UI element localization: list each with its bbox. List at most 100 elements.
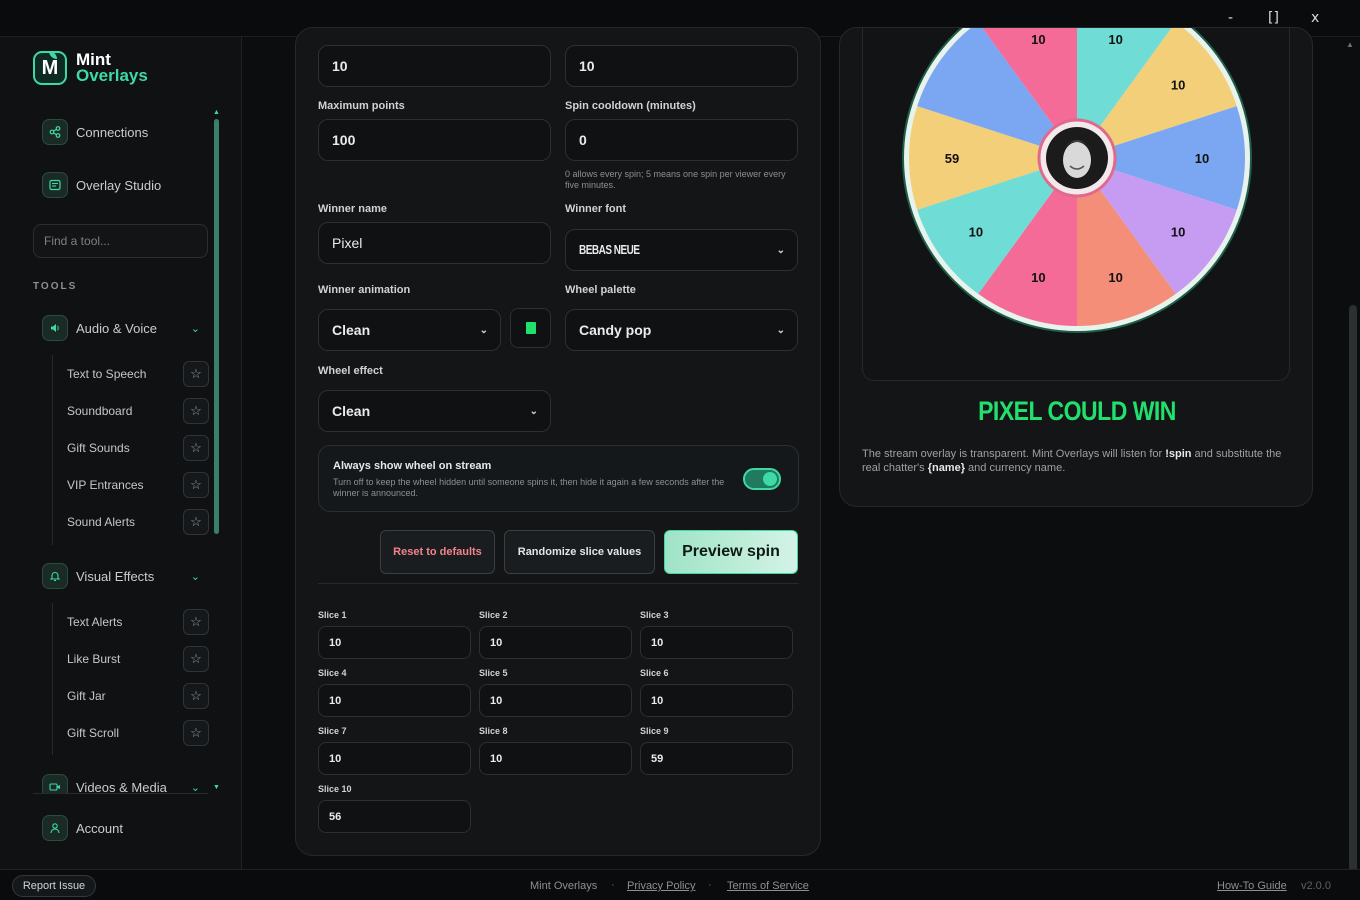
footer-separator: · xyxy=(708,879,712,891)
wheel-slice-label: 10 xyxy=(969,224,983,239)
layout-icon xyxy=(42,172,68,198)
wheel-slice-label: 10 xyxy=(1108,270,1122,285)
animation-color-picker[interactable] xyxy=(510,308,551,348)
slice-input[interactable]: 10 xyxy=(318,742,471,775)
star-icon[interactable]: ☆ xyxy=(183,509,209,535)
tool-label: Text Alerts xyxy=(67,615,123,629)
visual-tools-list: Text Alerts ☆ Like Burst ☆ Gift Jar ☆ Gi… xyxy=(52,603,209,755)
version-label: v2.0.0 xyxy=(1301,880,1331,892)
group-audio-voice[interactable]: Audio & Voice ⌄ xyxy=(33,313,208,343)
group-videos-media[interactable]: Videos & Media ⌄ xyxy=(33,772,208,793)
always-show-wheel-setting: Always show wheel on stream Turn off to … xyxy=(318,445,799,512)
wheel-slice-label: 10 xyxy=(1171,224,1185,239)
always-show-wheel-toggle[interactable] xyxy=(743,468,781,490)
slice-label: Slice 10 xyxy=(318,784,352,794)
sidebar-scrollbar[interactable] xyxy=(214,119,219,534)
wheel-effect-select[interactable]: Clean ⌄ xyxy=(318,390,551,432)
winner-name-input[interactable]: Pixel xyxy=(318,222,551,264)
footer: Report Issue Mint Overlays · Privacy Pol… xyxy=(0,869,1360,900)
star-icon[interactable]: ☆ xyxy=(183,609,209,635)
divider xyxy=(33,793,208,794)
wheel-preview-frame: 59 10 10 10 10 10 10 10 10 xyxy=(862,28,1290,381)
slice-label: Slice 9 xyxy=(640,726,669,736)
videos-clip: Videos & Media ⌄ xyxy=(33,772,208,793)
tools-section-title: TOOLS xyxy=(33,281,78,292)
chevron-down-icon: ⌄ xyxy=(776,324,785,336)
wheel-effect-value: Clean xyxy=(332,403,371,419)
spin-wheel: 59 10 10 10 10 10 10 10 10 xyxy=(902,28,1252,333)
top-left-input[interactable]: 10 xyxy=(318,45,551,87)
page-scrollbar[interactable] xyxy=(1349,305,1357,885)
star-icon[interactable]: ☆ xyxy=(183,398,209,424)
user-icon xyxy=(42,815,68,841)
slice-label: Slice 2 xyxy=(479,610,508,620)
winner-preview-text: PIXEL COULD WIN xyxy=(978,395,1176,426)
slice-input[interactable]: 10 xyxy=(479,684,632,717)
toggle-description: Turn off to keep the wheel hidden until … xyxy=(333,477,725,498)
slice-label: Slice 3 xyxy=(640,610,669,620)
star-icon[interactable]: ☆ xyxy=(183,720,209,746)
nav-overlay-studio[interactable]: Overlay Studio xyxy=(33,165,208,205)
note-text: and currency name. xyxy=(964,462,1066,474)
terms-of-service-link[interactable]: Terms of Service xyxy=(727,880,809,892)
group-visual-effects[interactable]: Visual Effects ⌄ xyxy=(33,561,208,591)
star-icon[interactable]: ☆ xyxy=(183,435,209,461)
slice-label: Slice 6 xyxy=(640,668,669,678)
wheel-settings-card: 10 10 Maximum points 100 Spin cooldown (… xyxy=(295,27,821,856)
chevron-down-icon: ⌄ xyxy=(190,781,200,794)
toggle-title: Always show wheel on stream xyxy=(333,460,492,472)
tool-search-input[interactable] xyxy=(33,224,208,258)
nav-account[interactable]: Account xyxy=(33,808,208,848)
wheel-slice-label: 10 xyxy=(1031,32,1045,47)
tool-label: Like Burst xyxy=(67,652,121,666)
how-to-guide-link[interactable]: How-To Guide xyxy=(1217,880,1287,892)
max-points-input[interactable]: 100 xyxy=(318,119,551,161)
slice-input[interactable]: 56 xyxy=(318,800,471,833)
scroll-up-icon[interactable]: ▲ xyxy=(1346,40,1354,49)
slice-input[interactable]: 10 xyxy=(640,626,793,659)
share-icon xyxy=(42,119,68,145)
reset-defaults-button[interactable]: Reset to defaults xyxy=(380,530,495,574)
color-swatch xyxy=(525,322,536,334)
slice-label: Slice 8 xyxy=(479,726,508,736)
sidebar: M Mint Overlays Connections Overlay Stud… xyxy=(0,37,242,869)
nav-connections[interactable]: Connections xyxy=(33,112,208,152)
group-audio-voice-label: Audio & Voice xyxy=(76,320,157,336)
slice-input[interactable]: 10 xyxy=(479,742,632,775)
wheel-preview-card: 59 10 10 10 10 10 10 10 10 PIXEL COULD WIN The s… xyxy=(839,27,1313,507)
winner-font-label: Winner font xyxy=(565,203,626,215)
wheel-slice-label: 10 xyxy=(1171,78,1185,93)
minimize-button[interactable]: - xyxy=(1228,10,1233,26)
main-content: 10 10 Maximum points 100 Spin cooldown (… xyxy=(242,27,1345,869)
nav-overlay-studio-label: Overlay Studio xyxy=(76,177,162,193)
maximize-button[interactable]: [] xyxy=(1268,10,1279,26)
star-icon[interactable]: ☆ xyxy=(183,646,209,672)
star-icon[interactable]: ☆ xyxy=(183,683,209,709)
scroll-up-icon[interactable]: ▲ xyxy=(213,109,220,116)
preview-spin-button[interactable]: Preview spin xyxy=(664,530,798,574)
close-button[interactable]: x xyxy=(1311,10,1319,26)
star-icon[interactable]: ☆ xyxy=(183,472,209,498)
slice-label: Slice 4 xyxy=(318,668,347,678)
star-icon[interactable]: ☆ xyxy=(183,361,209,387)
slice-input[interactable]: 10 xyxy=(640,684,793,717)
slice-input[interactable]: 10 xyxy=(479,626,632,659)
randomize-slices-button[interactable]: Randomize slice values xyxy=(504,530,655,574)
footer-brand: Mint Overlays xyxy=(530,880,598,892)
tool-label: Text to Speech xyxy=(67,367,147,381)
winner-animation-select[interactable]: Clean ⌄ xyxy=(318,309,501,351)
slice-input[interactable]: 10 xyxy=(318,684,471,717)
slice-input[interactable]: 10 xyxy=(318,626,471,659)
cooldown-input[interactable]: 0 xyxy=(565,119,798,161)
winner-animation-label: Winner animation xyxy=(318,284,411,296)
slice-label: Slice 7 xyxy=(318,726,347,736)
wheel-palette-select[interactable]: Candy pop ⌄ xyxy=(565,309,798,351)
report-issue-button[interactable]: Report Issue xyxy=(12,875,96,897)
chevron-down-icon: ⌄ xyxy=(190,570,200,583)
chevron-down-icon: ⌄ xyxy=(529,405,538,417)
slice-input[interactable]: 59 xyxy=(640,742,793,775)
winner-font-select[interactable]: BEBAS NEUE ⌄ xyxy=(565,229,798,271)
privacy-policy-link[interactable]: Privacy Policy xyxy=(627,880,695,892)
top-right-input[interactable]: 10 xyxy=(565,45,798,87)
scroll-down-icon[interactable]: ▼ xyxy=(213,784,220,791)
